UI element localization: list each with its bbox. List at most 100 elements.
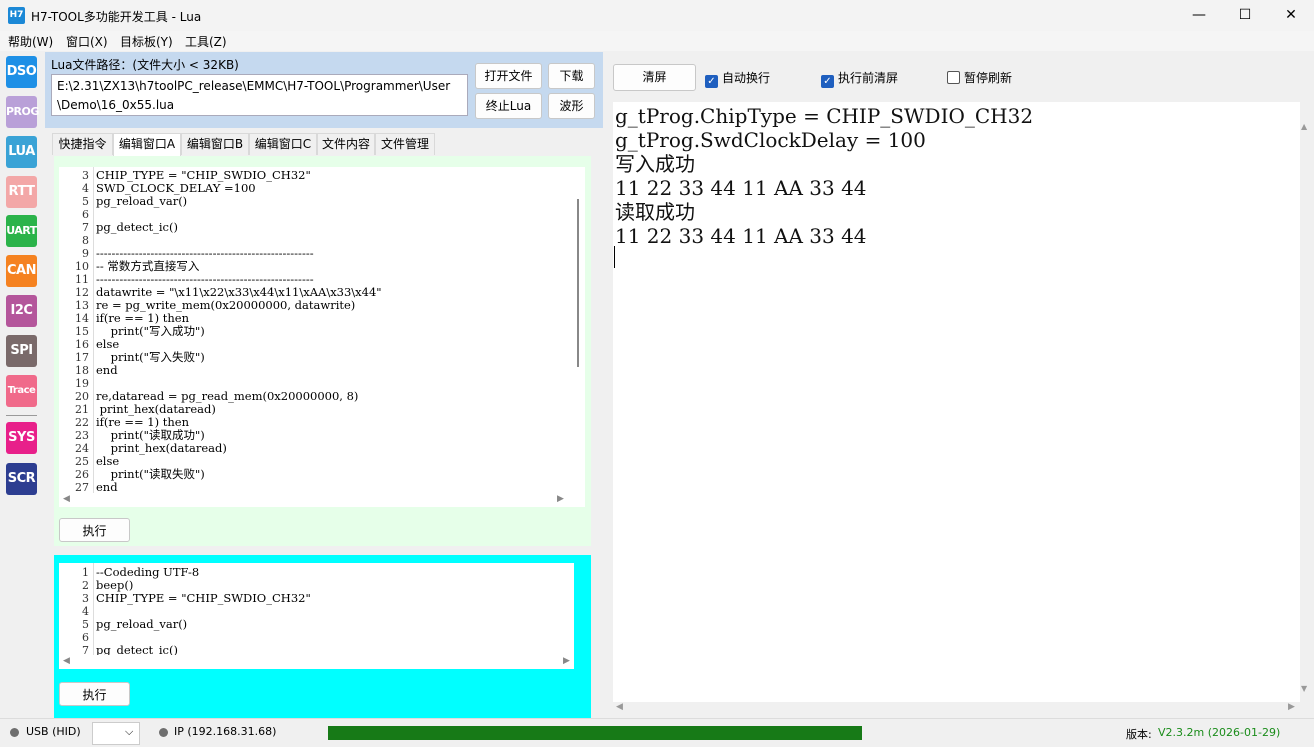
- code-line[interactable]: 26 print("读取失败"): [59, 468, 539, 482]
- auto-wrap-checkbox[interactable]: ✓ 自动换行: [705, 71, 770, 88]
- code-line[interactable]: 9 ---------------------------------------…: [59, 247, 539, 261]
- scroll-right-icon[interactable]: ▶: [563, 656, 570, 666]
- code-text: re,dataread = pg_read_mem(0x20000000, 8): [96, 389, 359, 403]
- tool-prog-button[interactable]: PROG: [6, 96, 39, 128]
- output-line: 读取成功: [615, 200, 695, 224]
- stop-lua-button[interactable]: 终止Lua: [475, 93, 542, 119]
- version-value: V2.3.2m (2026-01-29): [1158, 726, 1281, 739]
- code-line[interactable]: 16 else: [59, 338, 539, 352]
- tab-file-manager[interactable]: 文件管理: [375, 133, 435, 155]
- open-file-button[interactable]: 打开文件: [475, 63, 542, 89]
- tab-quick-commands[interactable]: 快捷指令: [52, 133, 113, 155]
- output-console[interactable]: g_tProg.ChipType = CHIP_SWDIO_CH32 g_tPr…: [613, 102, 1307, 702]
- code-text: print("写入成功"): [96, 324, 205, 338]
- close-button[interactable]: ✕: [1268, 0, 1314, 31]
- scroll-right-icon[interactable]: ▶: [1288, 702, 1295, 712]
- tool-i2c-button[interactable]: I2C: [6, 295, 37, 327]
- editor-a-scrollbar[interactable]: [577, 199, 579, 367]
- code-line[interactable]: 1 --Codeding UTF-8: [59, 566, 539, 580]
- code-text: -- 常数方式直接写入: [96, 259, 200, 273]
- editor-b-hscrollbar[interactable]: ◀ ▶: [59, 655, 574, 669]
- scroll-down-icon[interactable]: ▼: [1301, 684, 1307, 693]
- tab-file-content[interactable]: 文件内容: [317, 133, 375, 155]
- code-line[interactable]: 11 --------------------------------------…: [59, 273, 539, 287]
- tool-lua-button[interactable]: LUA: [6, 136, 37, 168]
- code-text: if(re == 1) then: [96, 415, 190, 429]
- code-line[interactable]: 13 re = pg_write_mem(0x20000000, datawrit…: [59, 299, 539, 313]
- waveform-button[interactable]: 波形: [548, 93, 595, 119]
- tool-trace-button[interactable]: Trace: [6, 375, 37, 407]
- menu-help[interactable]: 帮助(W): [8, 33, 53, 50]
- line-number: 24: [75, 442, 89, 455]
- code-line[interactable]: 17 print("写入失败"): [59, 351, 539, 365]
- code-line[interactable]: 8: [59, 234, 539, 247]
- editor-a-hscrollbar[interactable]: ◀ ▶: [59, 493, 571, 507]
- code-text: beep(): [96, 578, 134, 592]
- checkmark-icon: ✓: [705, 75, 718, 88]
- tool-dso-button[interactable]: DSO: [6, 56, 37, 88]
- code-line[interactable]: 7 pg_detect_ic(): [59, 221, 539, 235]
- tool-scr-button[interactable]: SCR: [6, 463, 37, 495]
- scroll-left-icon[interactable]: ◀: [63, 494, 70, 504]
- tool-uart-button[interactable]: UART: [6, 215, 37, 247]
- code-editor-b[interactable]: 87pg_detect_ic()65pg_reload_var()43CHIP_…: [59, 563, 574, 669]
- code-line[interactable]: 2 beep(): [59, 578, 539, 593]
- code-line[interactable]: 15 print("写入成功"): [59, 324, 539, 339]
- run-button-a[interactable]: 执行: [59, 518, 130, 542]
- scroll-up-icon[interactable]: ▲: [1301, 122, 1307, 131]
- menu-window[interactable]: 窗口(X): [66, 33, 108, 50]
- tab-editor-c[interactable]: 编辑窗口C: [249, 133, 317, 155]
- code-line[interactable]: 5 pg_reload_var(): [59, 195, 539, 209]
- code-line[interactable]: 10 -- 常数方式直接写入: [59, 259, 539, 274]
- tool-rtt-button[interactable]: RTT: [6, 176, 37, 208]
- code-editor-a[interactable]: 2827end26 print("读取失败")25else24 print_he…: [59, 167, 585, 507]
- tab-editor-b[interactable]: 编辑窗口B: [181, 133, 249, 155]
- code-line[interactable]: 20 re,dataread = pg_read_mem(0x20000000, …: [59, 389, 539, 404]
- code-line[interactable]: 4: [59, 605, 539, 618]
- lua-path-line-1: E:\2.31\ZX13\h7toolPC_release\EMMC\H7-TO…: [57, 79, 451, 93]
- code-line[interactable]: 5 pg_reload_var(): [59, 617, 539, 632]
- lua-path-field[interactable]: E:\2.31\ZX13\h7toolPC_release\EMMC\H7-TO…: [51, 74, 468, 116]
- clear-screen-button[interactable]: 清屏: [613, 64, 696, 91]
- code-line[interactable]: 6: [59, 631, 539, 644]
- code-line[interactable]: 6: [59, 208, 539, 221]
- line-number: 19: [75, 377, 89, 390]
- code-line[interactable]: 22 if(re == 1) then: [59, 415, 539, 430]
- code-line[interactable]: 3 CHIP_TYPE = "CHIP_SWDIO_CH32": [59, 169, 539, 183]
- tab-editor-a[interactable]: 编辑窗口A: [113, 133, 181, 156]
- usb-status-icon: [10, 728, 19, 737]
- tool-sys-button[interactable]: SYS: [6, 422, 37, 454]
- code-line[interactable]: 4 SWD_CLOCK_DELAY =100: [59, 182, 539, 196]
- tool-spi-button[interactable]: SPI: [6, 335, 37, 367]
- scroll-right-icon[interactable]: ▶: [557, 494, 564, 504]
- code-line[interactable]: 24 print_hex(dataread): [59, 442, 539, 456]
- code-line[interactable]: 3 CHIP_TYPE = "CHIP_SWDIO_CH32": [59, 592, 539, 606]
- maximize-button[interactable]: ☐: [1222, 0, 1268, 31]
- code-text: pg_reload_var(): [96, 617, 188, 631]
- clear-before-run-checkbox[interactable]: ✓ 执行前清屏: [821, 71, 898, 88]
- title-bar: H7 H7-TOOL多功能开发工具 - Lua — ☐ ✕: [0, 0, 1314, 31]
- minimize-button[interactable]: —: [1176, 0, 1222, 31]
- code-line[interactable]: 12 datawrite = "\x11\x22\x33\x44\x11\xAA\…: [59, 286, 539, 300]
- scroll-left-icon[interactable]: ◀: [616, 702, 623, 712]
- line-number: 26: [75, 468, 89, 481]
- menu-target-board[interactable]: 目标板(Y): [120, 33, 173, 50]
- device-select[interactable]: ⌵: [92, 722, 140, 745]
- scroll-left-icon[interactable]: ◀: [63, 656, 70, 666]
- gutter-divider: [93, 563, 94, 669]
- download-button[interactable]: 下载: [548, 63, 595, 89]
- code-line[interactable]: 23 print("读取成功"): [59, 429, 539, 443]
- code-line[interactable]: 25 else: [59, 455, 539, 469]
- tool-sidebar: DSO PROG LUA RTT UART CAN I2C SPI Trace …: [0, 52, 44, 718]
- menu-tools[interactable]: 工具(Z): [185, 33, 227, 50]
- gutter-divider: [93, 167, 94, 507]
- code-line[interactable]: 14 if(re == 1) then: [59, 312, 539, 326]
- tool-can-button[interactable]: CAN: [6, 255, 37, 287]
- output-line: g_tProg.ChipType = CHIP_SWDIO_CH32: [615, 104, 1034, 128]
- code-line[interactable]: 21 print_hex(dataread): [59, 403, 539, 417]
- auto-wrap-label: 自动换行: [722, 71, 771, 85]
- code-line[interactable]: 18 end: [59, 364, 539, 378]
- pause-refresh-checkbox[interactable]: 暂停刷新: [947, 71, 1012, 85]
- code-line[interactable]: 19: [59, 377, 539, 390]
- run-button-b[interactable]: 执行: [59, 682, 130, 706]
